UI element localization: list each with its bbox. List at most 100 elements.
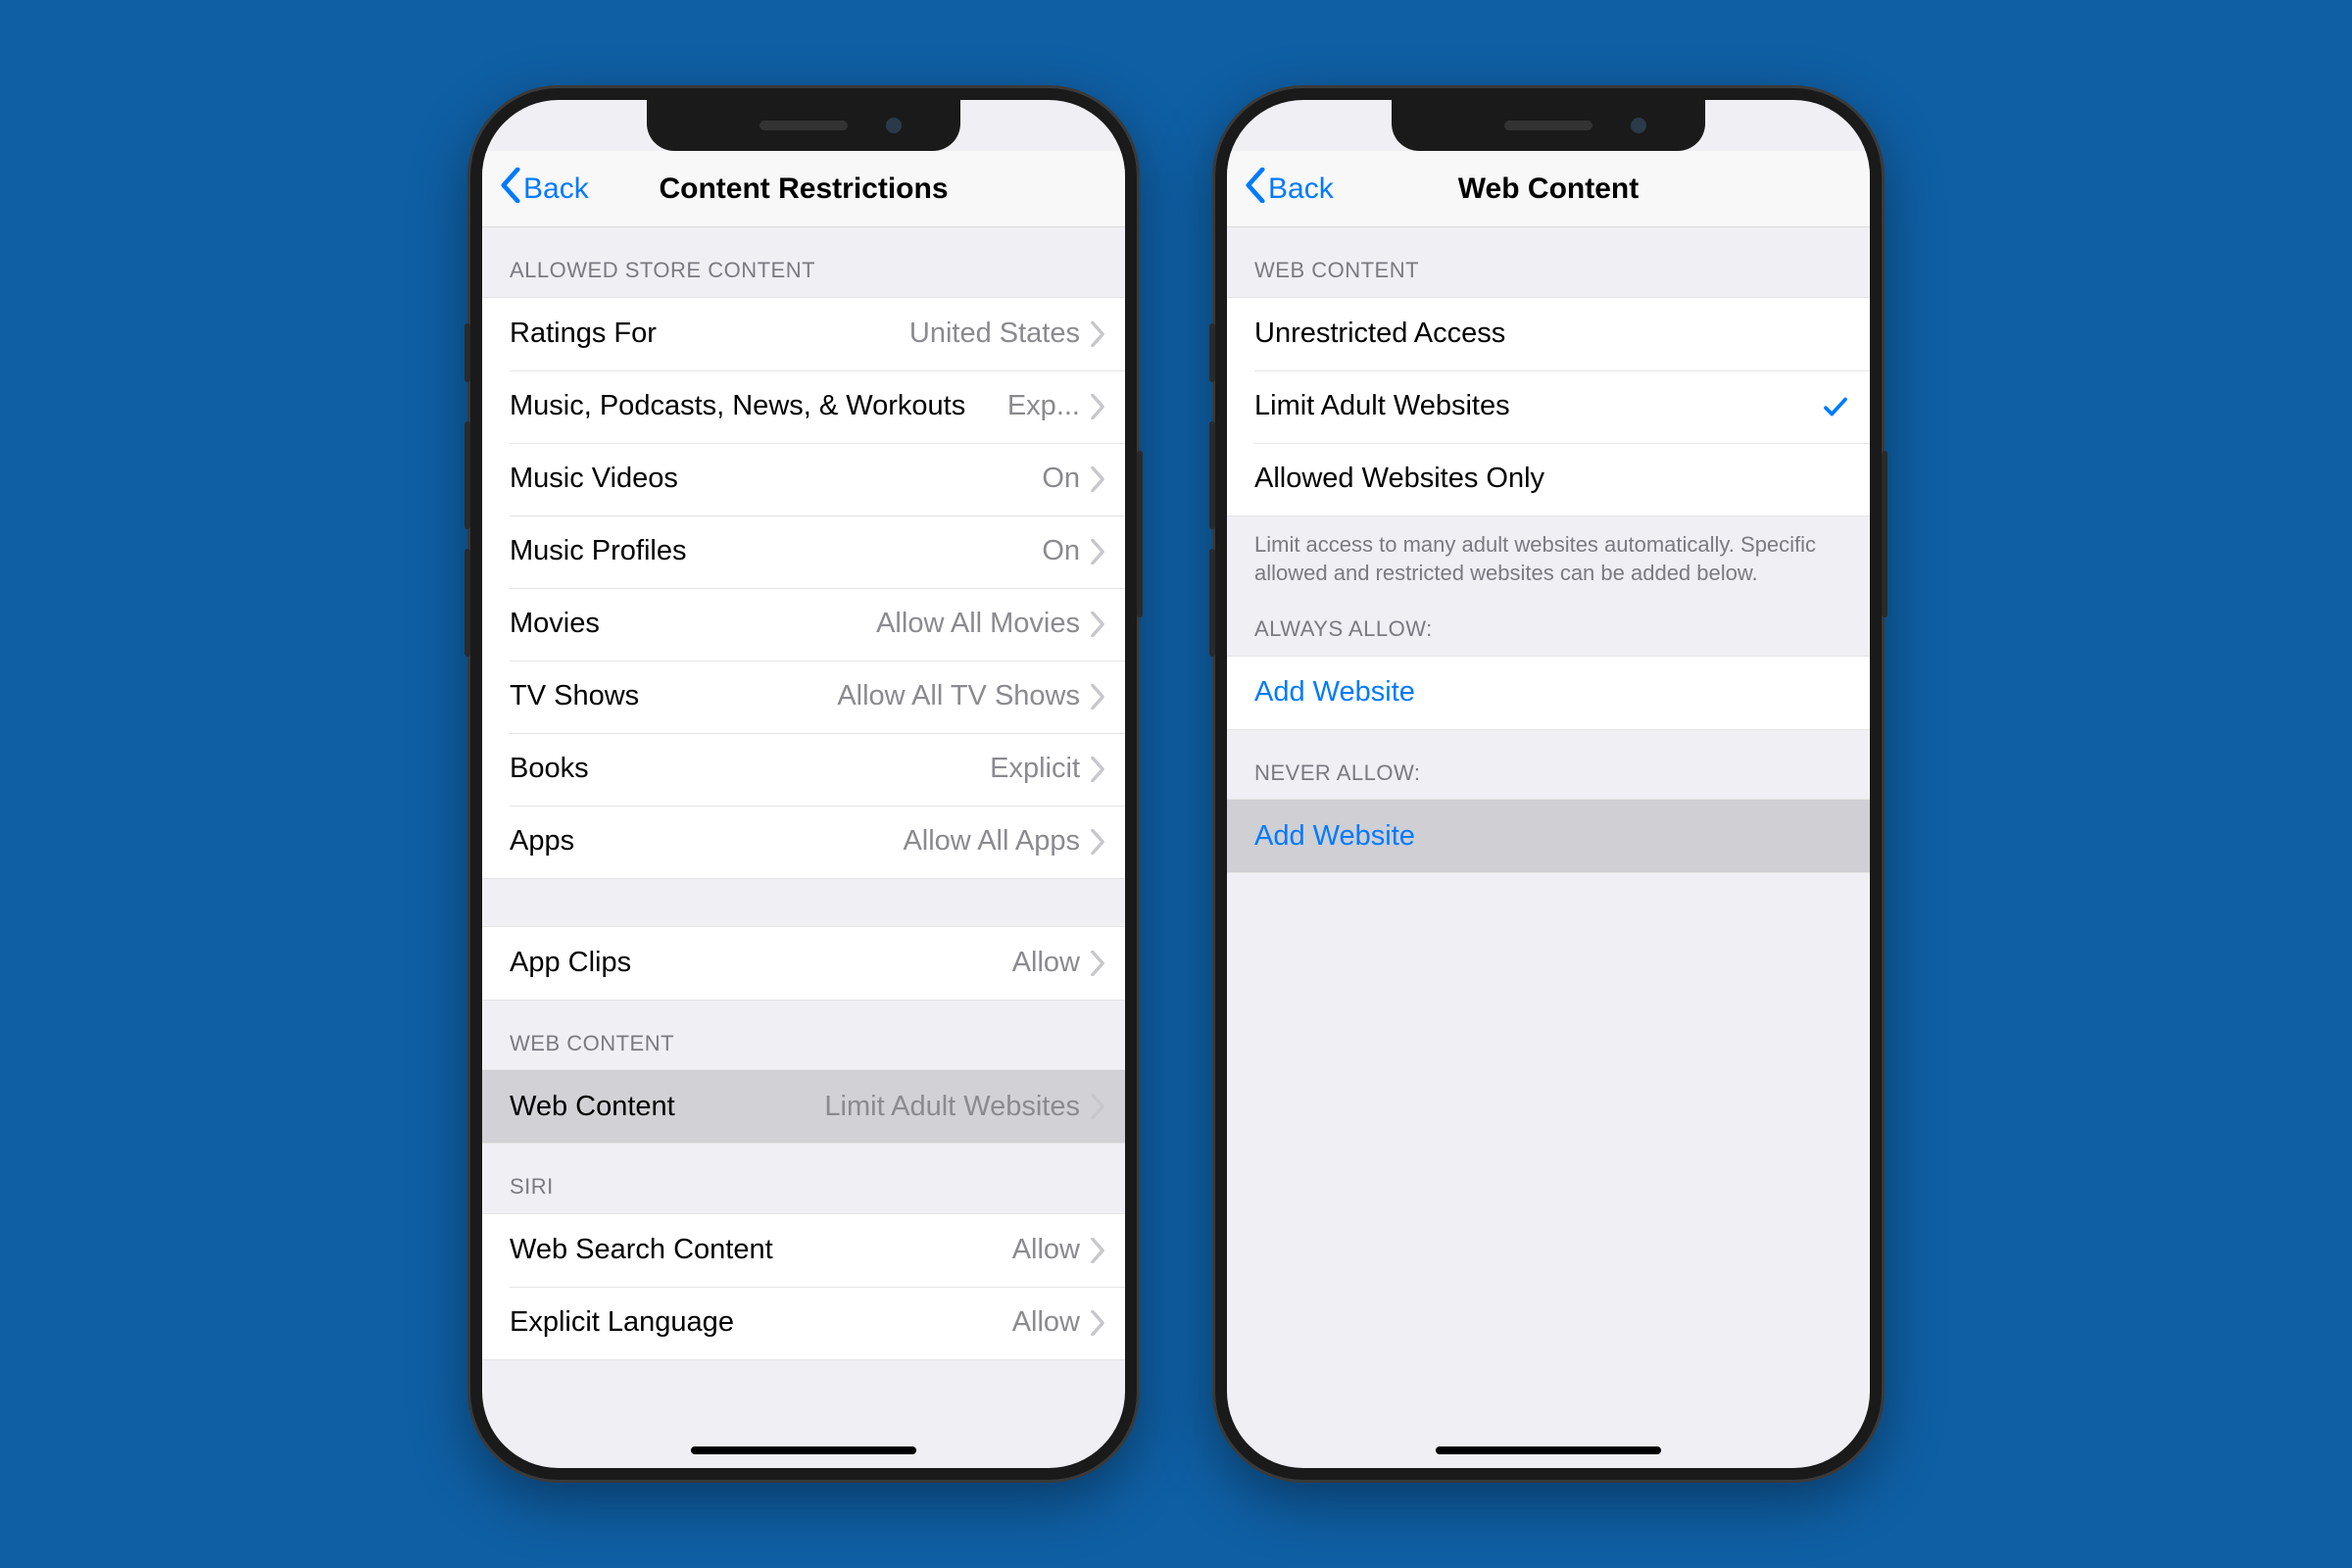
speaker-grille [1504,121,1592,130]
section-footer: Limit access to many adult websites auto… [1227,516,1870,598]
chevron-right-icon [1090,757,1105,782]
row-value: On [1042,463,1080,495]
section-header-always: ALWAYS ALLOW: [1227,598,1870,656]
row-value: Explicit [990,753,1080,785]
row-label: Apps [510,825,903,858]
section-header-web: WEB CONTENT [482,1001,1125,1070]
row-label: Add Website [1254,676,1850,709]
notch [1392,100,1705,151]
row-label: Ratings For [510,318,909,350]
row-music-videos[interactable]: Music Videos On [482,443,1125,515]
home-indicator[interactable] [1436,1446,1661,1454]
back-label: Back [523,172,589,206]
row-value: On [1042,535,1080,567]
row-movies[interactable]: Movies Allow All Movies [482,588,1125,661]
chevron-right-icon [1090,1238,1105,1263]
chevron-right-icon [1090,612,1105,637]
row-value: Allow [1012,947,1080,979]
chevron-right-icon [1090,829,1105,855]
group-web: Web Content Limit Adult Websites [482,1069,1125,1144]
chevron-right-icon [1090,466,1105,492]
row-value: Allow [1012,1234,1080,1266]
chevron-right-icon [1090,394,1105,419]
row-web-content[interactable]: Web Content Limit Adult Websites [482,1070,1125,1143]
content-scroll[interactable]: ALLOWED STORE CONTENT Ratings For United… [482,227,1125,1468]
back-button[interactable]: Back [500,168,589,211]
row-explicit-language[interactable]: Explicit Language Allow [482,1287,1125,1359]
row-music-profiles[interactable]: Music Profiles On [482,515,1125,588]
option-label: Unrestricted Access [1254,318,1850,350]
section-header-webcontent: WEB CONTENT [1227,227,1870,297]
section-header-store: ALLOWED STORE CONTENT [482,227,1125,297]
phone-right: Back Web Content WEB CONTENT Unrestricte… [1215,88,1882,1480]
front-camera [886,118,902,133]
row-label: Music Profiles [510,535,1042,567]
row-ratings-for[interactable]: Ratings For United States [482,298,1125,370]
row-app-clips[interactable]: App Clips Allow [482,927,1125,1000]
section-header-siri: SIRI [482,1144,1125,1213]
row-label: Music Videos [510,463,1042,495]
navbar: Back Content Restrictions [482,151,1125,227]
option-limit-adult[interactable]: Limit Adult Websites [1227,370,1870,443]
row-label: Web Search Content [510,1234,1012,1266]
option-unrestricted[interactable]: Unrestricted Access [1227,298,1870,370]
power-button [1137,451,1143,617]
group-store: Ratings For United States Music, Podcast… [482,297,1125,879]
row-label: App Clips [510,947,1012,979]
chevron-right-icon [1090,539,1105,564]
option-label: Limit Adult Websites [1254,390,1811,422]
row-music-podcasts[interactable]: Music, Podcasts, News, & Workouts Exp... [482,370,1125,443]
add-website-never[interactable]: Add Website [1227,800,1870,872]
chevron-right-icon [1090,1310,1105,1336]
chevron-right-icon [1090,321,1105,347]
chevron-right-icon [1090,1094,1105,1119]
home-indicator[interactable] [691,1446,916,1454]
mute-switch [1209,323,1215,382]
navbar: Back Web Content [1227,151,1870,227]
row-value: Allow All TV Shows [837,680,1080,712]
row-value: Limit Adult Websites [824,1091,1080,1123]
chevron-left-icon [1245,168,1266,211]
row-label: Movies [510,608,876,640]
row-value: Allow All Apps [903,825,1080,858]
mute-switch [465,323,470,382]
row-tv-shows[interactable]: TV Shows Allow All TV Shows [482,661,1125,733]
group-always-allow: Add Website [1227,656,1870,730]
option-allowed-only[interactable]: Allowed Websites Only [1227,443,1870,515]
row-value: Allow [1012,1306,1080,1339]
option-label: Allowed Websites Only [1254,463,1850,495]
chevron-right-icon [1090,951,1105,976]
back-label: Back [1268,172,1334,206]
chevron-right-icon [1090,684,1105,710]
volume-up-button [1209,421,1215,529]
power-button [1882,451,1887,617]
content-scroll[interactable]: WEB CONTENT Unrestricted Access Limit Ad… [1227,227,1870,1468]
row-label: Explicit Language [510,1306,1012,1339]
checkmark-icon [1821,392,1850,421]
row-label: Music, Podcasts, News, & Workouts [510,390,1007,422]
phone-left: Back Content Restrictions ALLOWED STORE … [470,88,1137,1480]
chevron-left-icon [500,168,521,211]
section-header-never: NEVER ALLOW: [1227,730,1870,800]
group-never-allow: Add Website [1227,799,1870,873]
group-options: Unrestricted Access Limit Adult Websites… [1227,297,1870,516]
row-label: TV Shows [510,680,837,712]
row-label: Web Content [510,1091,824,1123]
row-label: Books [510,753,990,785]
front-camera [1631,118,1646,133]
row-apps[interactable]: Apps Allow All Apps [482,806,1125,878]
row-books[interactable]: Books Explicit [482,733,1125,806]
add-website-always[interactable]: Add Website [1227,657,1870,729]
row-value: United States [909,318,1080,350]
row-value: Exp... [1007,390,1080,422]
volume-down-button [1209,549,1215,657]
notch [647,100,960,151]
volume-up-button [465,421,470,529]
speaker-grille [760,121,848,130]
group-appclips: App Clips Allow [482,926,1125,1001]
row-web-search[interactable]: Web Search Content Allow [482,1214,1125,1287]
group-siri: Web Search Content Allow Explicit Langua… [482,1213,1125,1360]
row-label: Add Website [1254,820,1850,853]
back-button[interactable]: Back [1245,168,1334,211]
row-value: Allow All Movies [876,608,1080,640]
